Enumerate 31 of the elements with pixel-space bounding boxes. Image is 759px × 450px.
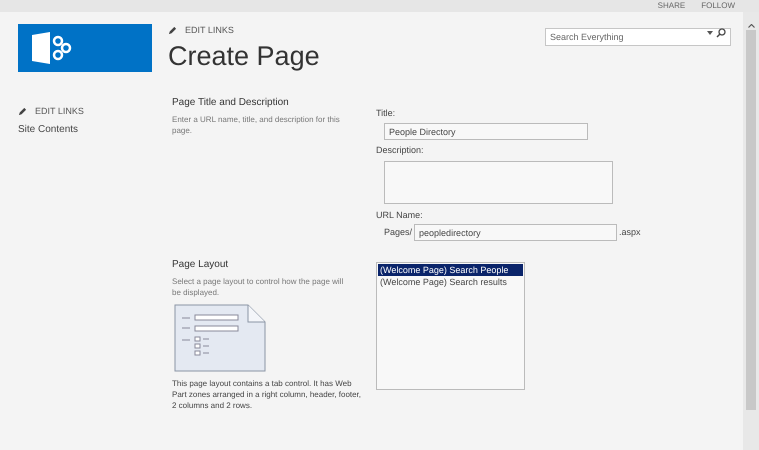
title-input-field[interactable]: People Directory <box>384 123 588 140</box>
layout-description: This page layout contains a tab control. It has Web Part zones arranged in a right column, header, footer, 2 columns and 2 rows. <box>172 378 362 411</box>
section-heading: Page Layout <box>172 258 230 272</box>
logo-tile[interactable] <box>18 24 152 72</box>
scroll-thumb[interactable] <box>746 30 756 410</box>
top-bar-link[interactable]: FOLLOW <box>701 1 735 11</box>
field-label: Title: <box>376 106 396 120</box>
url-suffix: .aspx <box>619 226 641 239</box>
search-icon[interactable] <box>716 28 726 38</box>
layout-option[interactable]: (Welcome Page) Search results <box>378 276 523 288</box>
url-prefix: Pages/ <box>384 226 412 239</box>
section-description: Enter a URL name, title, and description for this page. <box>172 114 341 136</box>
section-heading: Page Title and Description <box>172 96 290 110</box>
section-description: Select a page layout to control how the page will be displayed. <box>172 276 344 298</box>
edit-links-link[interactable]: EDIT LINKS <box>18 104 150 118</box>
top-bar-link[interactable]: SHARE <box>658 1 686 11</box>
sidebar-link[interactable]: Site Contents <box>18 122 150 137</box>
description-input-field[interactable] <box>384 160 613 204</box>
layout-list[interactable]: (Welcome Page) Search People (Welcome Page) Search results <box>376 262 525 390</box>
pencil-icon <box>168 26 177 36</box>
field-label: URL Name: <box>376 208 424 222</box>
scroll-up-icon[interactable] <box>748 24 754 28</box>
field-label: Description: <box>376 144 425 157</box>
url-input-field[interactable]: peopledirectory <box>414 224 618 241</box>
search-field[interactable]: Search Everything <box>545 28 731 46</box>
pencil-icon <box>18 106 27 116</box>
page-title: Create Page <box>168 40 320 72</box>
edit-links-link[interactable]: EDIT LINKS <box>168 24 320 38</box>
dropdown-caret-icon[interactable] <box>707 31 713 35</box>
scrollbar[interactable] <box>743 12 759 450</box>
layout-option[interactable]: (Welcome Page) Search People <box>378 264 523 276</box>
